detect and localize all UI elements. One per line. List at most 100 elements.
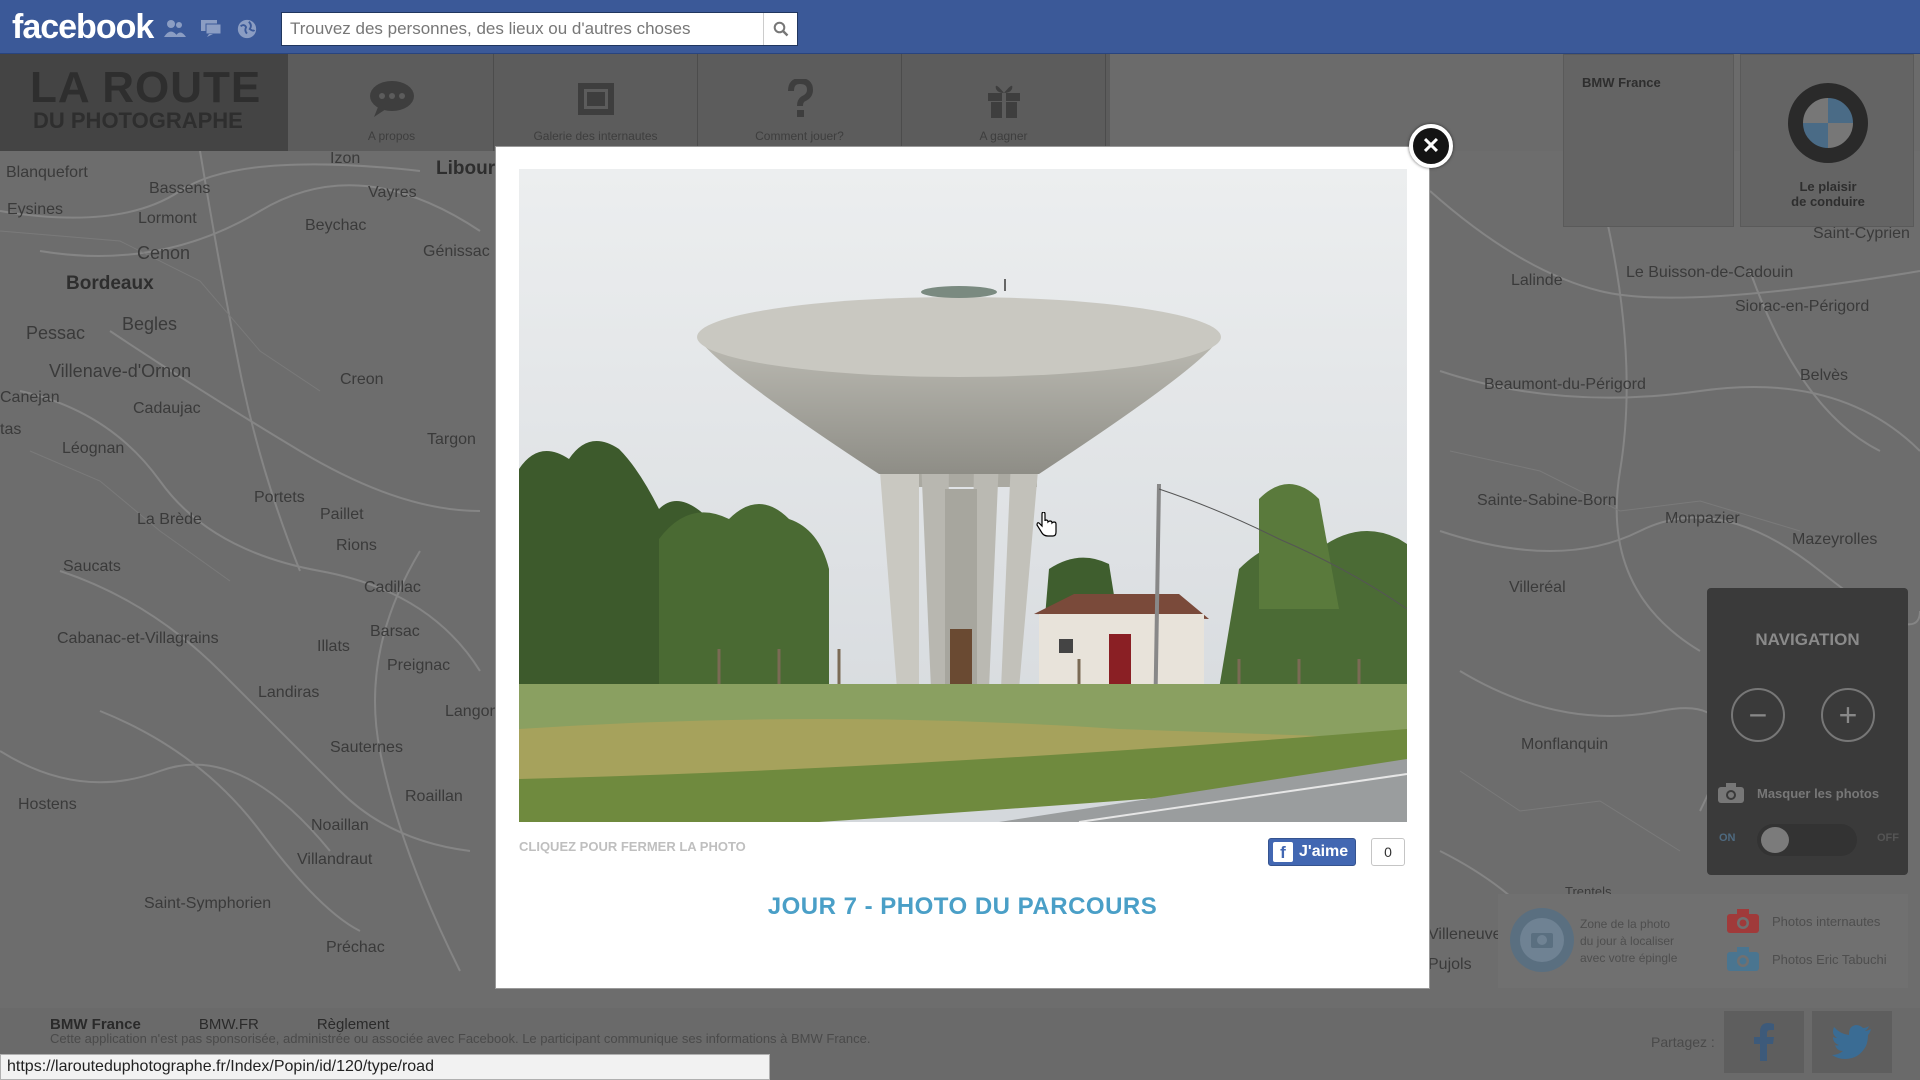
facebook-logo[interactable]: facebook xyxy=(12,8,154,47)
toggle-knob xyxy=(1761,827,1789,853)
facebook-search-input[interactable] xyxy=(282,13,763,45)
map-label: Creon xyxy=(340,371,384,388)
map-label: Lalinde xyxy=(1511,272,1563,289)
search-button[interactable] xyxy=(763,13,797,45)
zoom-out-button[interactable]: − xyxy=(1731,688,1785,742)
map-label: Saucats xyxy=(63,558,121,575)
nav-item-a-gagner[interactable]: A gagner xyxy=(902,54,1106,151)
facebook-f-icon: f xyxy=(1273,842,1293,862)
bmw-tagline-1: Le plaisir xyxy=(1799,179,1857,194)
map-label: Eysines xyxy=(7,201,64,218)
map-label: Pujols xyxy=(1428,956,1472,973)
app-logo-line1: LA ROUTE xyxy=(30,63,262,112)
legend-tabuchi: Photos Eric Tabuchi xyxy=(1726,946,1887,972)
facebook-like-button[interactable]: f J'aime xyxy=(1268,838,1357,866)
notifications-globe-icon[interactable] xyxy=(235,18,259,39)
share-twitter-button[interactable] xyxy=(1812,1011,1892,1073)
hide-photos-toggle[interactable] xyxy=(1757,824,1857,856)
toggle-off-label: OFF xyxy=(1877,832,1899,844)
close-modal-button[interactable]: ✕ xyxy=(1409,124,1453,168)
map-label: Paillet xyxy=(320,506,364,523)
zone-line: du jour à localiser xyxy=(1580,934,1675,948)
map-label: Rions xyxy=(336,537,377,554)
app-logo[interactable]: LA ROUTE DU PHOTOGRAPHE xyxy=(0,54,288,151)
map-label: Barsac xyxy=(370,623,420,640)
map-label: Belvès xyxy=(1800,367,1849,384)
water-tower-photo xyxy=(519,169,1407,822)
bmw-card-title: BMW France xyxy=(1582,75,1661,90)
app-header: LA ROUTE DU PHOTOGRAPHE A propos Galerie… xyxy=(0,54,1110,151)
red-camera-icon xyxy=(1727,909,1759,933)
blue-camera-icon xyxy=(1727,947,1759,971)
hide-photos-row: Masquer les photos xyxy=(1717,782,1879,804)
nav-item-comment-jouer[interactable]: Comment jouer? xyxy=(698,54,902,151)
status-bar-url: https://larouteduphotographe.fr/Index/Po… xyxy=(0,1054,770,1080)
map-label: Cabanac-et-Villagrains xyxy=(57,630,219,647)
map-label: Sauternes xyxy=(330,739,403,756)
hide-photos-label: Masquer les photos xyxy=(1757,785,1880,801)
twitter-bird-icon xyxy=(1832,1025,1871,1059)
bmw-logo-card[interactable]: Le plaisir de conduire xyxy=(1740,54,1914,227)
map-label: Villeréal xyxy=(1509,579,1566,596)
bmw-france-card[interactable]: BMW France xyxy=(1563,54,1734,227)
app-nav: A propos Galerie des internautes Comment… xyxy=(290,54,1106,151)
map-label: Canejan xyxy=(0,389,60,406)
map-label: Siorac-en-Périgord xyxy=(1735,298,1870,315)
friend-requests-icon[interactable] xyxy=(163,18,187,38)
map-label: Preignac xyxy=(387,657,451,674)
map-label: Targon xyxy=(427,431,476,448)
speech-bubble-icon xyxy=(369,81,414,117)
map-label: Monflanquin xyxy=(1521,736,1609,753)
share-label: Partagez : xyxy=(1651,1034,1715,1050)
close-photo-hint[interactable]: CLIQUEZ POUR FERMER LA PHOTO xyxy=(519,839,746,854)
facebook-jewels xyxy=(163,18,259,39)
map-label: Préchac xyxy=(326,939,385,956)
photo-zone-icon xyxy=(1510,908,1574,972)
map-label: Roaillan xyxy=(405,788,463,805)
map-label: Blanquefort xyxy=(6,164,88,181)
map-label: Illats xyxy=(317,638,350,655)
facebook-f-icon xyxy=(1754,1023,1774,1061)
map-label: Portets xyxy=(254,489,305,506)
map-label: Léognan xyxy=(62,440,125,457)
map-label: Lormont xyxy=(138,210,197,227)
map-label: Le Buisson-de-Cadouin xyxy=(1626,264,1794,281)
navigation-title: NAVIGATION xyxy=(1755,630,1860,649)
map-label: tas xyxy=(0,421,22,438)
nav-label: A gagner xyxy=(979,129,1028,143)
legend-internautes: Photos internautes xyxy=(1726,908,1880,934)
bmw-tagline-2: de conduire xyxy=(1791,194,1865,209)
map-label: Landiras xyxy=(258,684,320,701)
map-label: Saint-Symphorien xyxy=(144,895,272,912)
share-facebook-button[interactable] xyxy=(1724,1011,1804,1073)
zone-line: Zone de la photo xyxy=(1580,917,1671,931)
navigation-panel: NAVIGATION − + Masquer les photos ON OFF xyxy=(1707,588,1908,875)
map-label: Saint-Cyprien xyxy=(1813,225,1910,242)
camera-icon xyxy=(1718,783,1744,803)
map-label: Génissac xyxy=(423,243,490,260)
tour-photo[interactable] xyxy=(519,169,1407,822)
search-icon xyxy=(773,21,788,37)
legend-tabuchi-label: Photos Eric Tabuchi xyxy=(1772,951,1887,967)
messages-icon[interactable] xyxy=(199,18,223,38)
map-label: Hostens xyxy=(18,796,77,813)
map-label: Sainte-Sabine-Born xyxy=(1477,492,1617,509)
hand-cursor-icon xyxy=(1036,512,1057,537)
map-legend: Zone de la photo du jour à localiser ave… xyxy=(1498,894,1908,988)
facebook-topbar: facebook xyxy=(0,0,1920,54)
zoom-in-button[interactable]: + xyxy=(1821,688,1875,742)
photo-zone-text: Zone de la photo du jour à localiser ave… xyxy=(1580,916,1677,967)
gift-icon xyxy=(987,85,1020,118)
map-label: Bassens xyxy=(149,180,211,197)
map-label: Cenon xyxy=(137,243,191,263)
map-label: Monpazier xyxy=(1665,510,1740,527)
map-label: La Brède xyxy=(137,511,202,528)
map-label: Begles xyxy=(122,314,178,334)
nav-item-galerie[interactable]: Galerie des internautes xyxy=(494,54,698,151)
photo-title: JOUR 7 - PHOTO DU PARCOURS xyxy=(767,893,1158,920)
map-label: Beychac xyxy=(305,217,367,234)
map-label: Cadaujac xyxy=(133,400,201,417)
nav-item-a-propos[interactable]: A propos xyxy=(290,54,494,151)
legend-internautes-label: Photos internautes xyxy=(1772,913,1881,929)
photo-modal: CLIQUEZ POUR FERMER LA PHOTO f J'aime 0 … xyxy=(495,146,1430,989)
